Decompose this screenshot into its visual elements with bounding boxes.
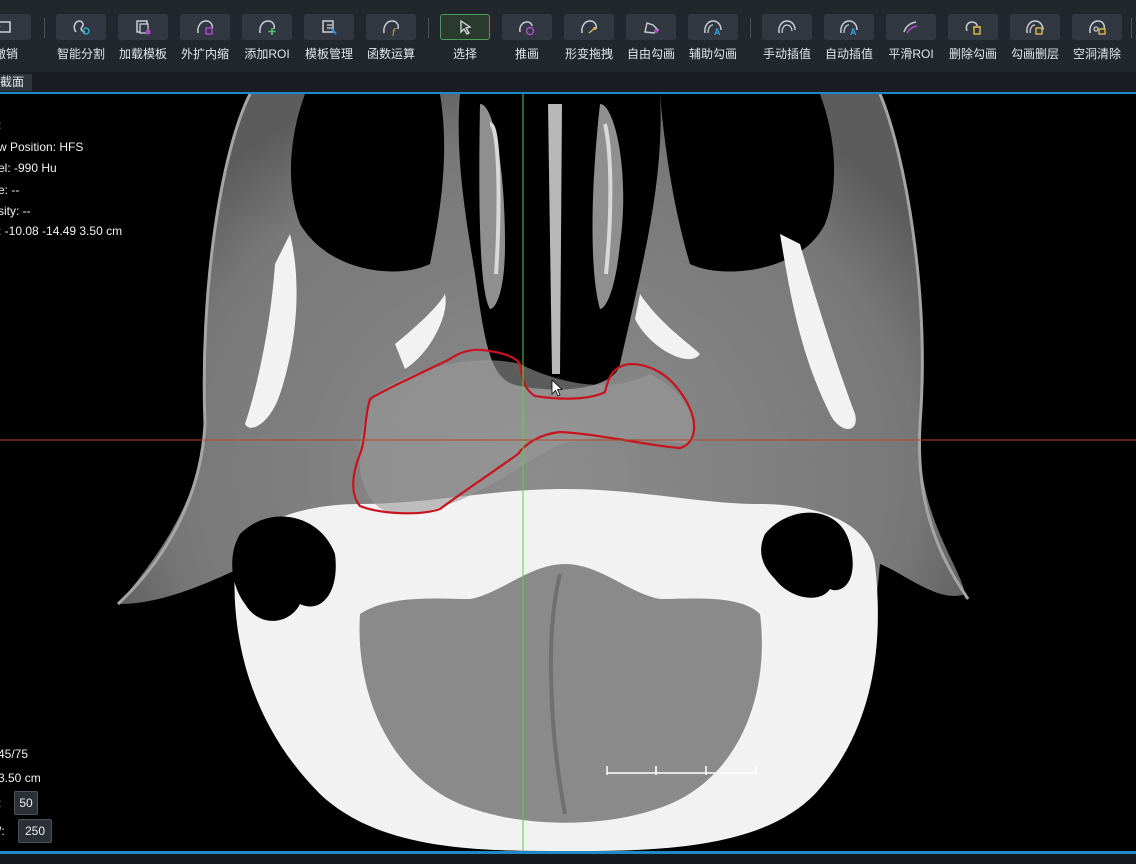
overlay-wl-prefix: :: [0, 796, 1, 810]
scale-sub-label: 4: [751, 777, 759, 792]
auto-interp-label: 自动插值: [824, 47, 873, 61]
svg-text:f: f: [391, 28, 397, 36]
free-draw-icon: [626, 14, 676, 40]
deform-drag-button[interactable]: 形变拖拽: [561, 14, 617, 64]
load-template-button[interactable]: 加载模板: [115, 14, 171, 64]
manual-interp-label: 手动插值: [762, 47, 811, 61]
toolbar-divider: [44, 18, 45, 38]
overlay-line: :: [0, 118, 1, 132]
overlay-density: sity: --: [0, 204, 31, 218]
undo-icon: [0, 14, 31, 40]
push-draw-icon: [502, 14, 552, 40]
function-button[interactable]: f 函数运算: [363, 14, 419, 64]
overlay-ww-prefix: /:: [0, 824, 5, 838]
view-tabbar: 截面: [0, 72, 1136, 93]
expand-shrink-icon: [180, 14, 230, 40]
overlay-slice-thickness: 3.50 cm: [0, 771, 41, 785]
svg-text:A: A: [714, 27, 721, 36]
toolbar-divider: [428, 18, 429, 38]
template-manage-button[interactable]: 模板管理: [301, 14, 357, 64]
auto-interp-icon: A: [824, 14, 874, 40]
overlay-line: e: --: [0, 183, 20, 197]
ct-image: [0, 94, 1136, 851]
add-roi-button[interactable]: 添加ROI: [239, 14, 295, 64]
expand-shrink-label: 外扩内缩: [180, 47, 229, 61]
push-draw-button[interactable]: 推画: [499, 14, 555, 64]
add-roi-label: 添加ROI: [244, 47, 290, 61]
select-button[interactable]: 选择: [437, 14, 493, 64]
smooth-roi-label: 平滑ROI: [888, 47, 934, 61]
assist-draw-button[interactable]: A 辅助勾画: [685, 14, 741, 64]
deform-drag-icon: [564, 14, 614, 40]
free-draw-label: 自由勾画: [626, 47, 675, 61]
hole-clear-label: 空洞清除: [1072, 47, 1121, 61]
smart-segment-button[interactable]: 智能分割: [53, 14, 109, 64]
window-level-field[interactable]: 50: [14, 791, 38, 815]
load-template-icon: [118, 14, 168, 40]
expand-shrink-button[interactable]: 外扩内缩: [177, 14, 233, 64]
delete-contour-icon: [948, 14, 998, 40]
overlay-pixel-value: el: -990 Hu: [0, 161, 57, 175]
auto-interp-button[interactable]: A 自动插值: [821, 14, 877, 64]
template-manage-icon: [304, 14, 354, 40]
manual-interp-icon: [762, 14, 812, 40]
tab-axial[interactable]: 截面: [0, 74, 33, 91]
load-template-label: 加载模板: [118, 47, 167, 61]
overlay-coordinates: : -10.08 -14.49 3.50 cm: [0, 224, 123, 238]
delete-layer-button[interactable]: 勾画删层: [1007, 14, 1063, 64]
status-bar: [0, 854, 1136, 864]
scale-label: 4.0cm: [767, 764, 803, 779]
function-label: 函数运算: [366, 47, 415, 61]
delete-contour-label: 删除勾画: [948, 47, 997, 61]
delete-layer-icon: [1010, 14, 1060, 40]
select-cursor-icon: [440, 14, 490, 40]
hole-clear-button[interactable]: 空洞清除: [1069, 14, 1125, 64]
undo-label: 撤销: [0, 47, 18, 61]
select-label: 选择: [452, 47, 477, 61]
push-draw-label: 推画: [514, 47, 539, 61]
window-width-field[interactable]: 250: [18, 819, 52, 843]
toolbar-divider: [750, 18, 751, 38]
svg-text:A: A: [850, 27, 857, 36]
template-manage-label: 模板管理: [304, 47, 353, 61]
ct-viewport[interactable]: : w Position: HFS el: -990 Hu e: -- sity…: [0, 92, 1136, 854]
manual-interp-button[interactable]: 手动插值: [759, 14, 815, 64]
smooth-roi-button[interactable]: 平滑ROI: [883, 14, 939, 64]
overlay-view-position: w Position: HFS: [0, 140, 84, 154]
free-draw-button[interactable]: 自由勾画: [623, 14, 679, 64]
overlay-slice-index: 45/75: [0, 747, 29, 761]
smart-segment-icon: [56, 14, 106, 40]
toolbar-divider: [1131, 18, 1132, 38]
assist-draw-label: 辅助勾画: [688, 47, 737, 61]
toolbar: 撤销 智能分割 加载模板 外扩内缩 添加ROI 模板管理 f 函数运算 选择 推…: [0, 0, 1136, 72]
deform-drag-label: 形变拖拽: [564, 47, 613, 61]
function-icon: f: [366, 14, 416, 40]
hole-clear-icon: [1072, 14, 1122, 40]
delete-contour-button[interactable]: 删除勾画: [945, 14, 1001, 64]
smooth-roi-icon: [886, 14, 936, 40]
delete-layer-label: 勾画删层: [1010, 47, 1059, 61]
add-roi-icon: [242, 14, 292, 40]
assist-draw-icon: A: [688, 14, 738, 40]
undo-button[interactable]: 撤销: [0, 14, 34, 64]
maxillary-sinus-right: [660, 94, 835, 272]
smart-segment-label: 智能分割: [56, 47, 105, 61]
